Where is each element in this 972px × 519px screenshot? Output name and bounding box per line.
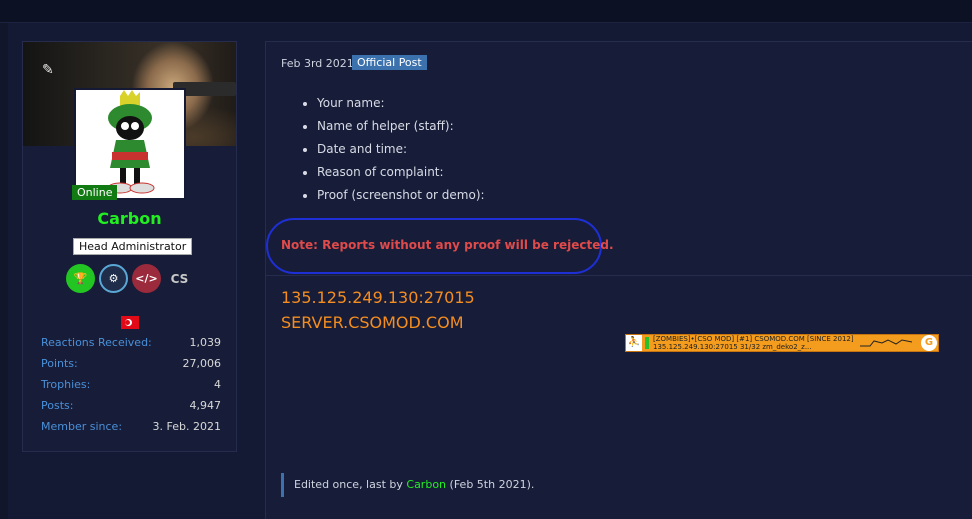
divider (266, 275, 972, 276)
avatar[interactable] (74, 88, 186, 200)
gametracker-icon: G (921, 335, 937, 351)
steam-icon[interactable]: ⚙ (99, 264, 128, 293)
top-bar (0, 0, 972, 23)
proof-note: Note: Reports without any proof will be … (281, 238, 614, 252)
cs-icon[interactable]: CS (165, 264, 194, 293)
list-item: Your name: (317, 92, 485, 115)
code-icon[interactable]: </> (132, 264, 161, 293)
edited-by-user[interactable]: Carbon (406, 478, 446, 491)
turkey-flag-icon (121, 316, 139, 329)
online-badge: Online (72, 185, 118, 200)
user-card: ✎ Online Carbon Head Administrator 🏆 ⚙ <… (22, 41, 237, 452)
post-body: Feb 3rd 2021 Official Post Your name: Na… (265, 41, 972, 519)
server-status-banner[interactable]: ⛹ [ZOMBIES]•[CSO MOD] [#1] CSOMOD.COM [S… (625, 334, 939, 352)
official-post-badge: Official Post (352, 55, 427, 70)
list-item: Proof (screenshot or demo): (317, 184, 485, 207)
post-date[interactable]: Feb 3rd 2021 (281, 57, 354, 70)
banner-text: [ZOMBIES]•[CSO MOD] [#1] CSOMOD.COM [SIN… (653, 335, 854, 351)
player-graph-icon (859, 339, 912, 347)
list-item: Reason of complaint: (317, 161, 485, 184)
user-stats: Reactions Received: 1,039 Points: 27,006 T… (41, 332, 221, 437)
stat-posts: Posts: 4,947 (41, 399, 221, 412)
server-domain: SERVER.CSOMOD.COM (281, 313, 464, 332)
edited-note: Edited once, last by Carbon (Feb 5th 202… (281, 473, 534, 497)
server-ip: 135.125.249.130:27015 (281, 288, 475, 307)
trophy-icon[interactable]: 🏆 (66, 264, 95, 293)
stat-points: Points: 27,006 (41, 357, 221, 370)
edit-pencil-icon[interactable]: ✎ (42, 62, 54, 78)
list-item: Name of helper (staff): (317, 115, 485, 138)
stat-reactions: Reactions Received: 1,039 (41, 336, 221, 349)
cs-logo-icon: ⛹ (626, 335, 642, 351)
signal-icon (645, 337, 649, 349)
username[interactable]: Carbon (23, 209, 236, 228)
stat-member-since: Member since: 3. Feb. 2021 (41, 420, 221, 433)
list-item: Date and time: (317, 138, 485, 161)
user-role-badge: Head Administrator (73, 238, 193, 255)
trophy-badges: 🏆 ⚙ </> CS (66, 264, 194, 293)
complaint-template-list: Your name: Name of helper (staff): Date … (299, 92, 485, 207)
stat-trophies: Trophies: 4 (41, 378, 221, 391)
